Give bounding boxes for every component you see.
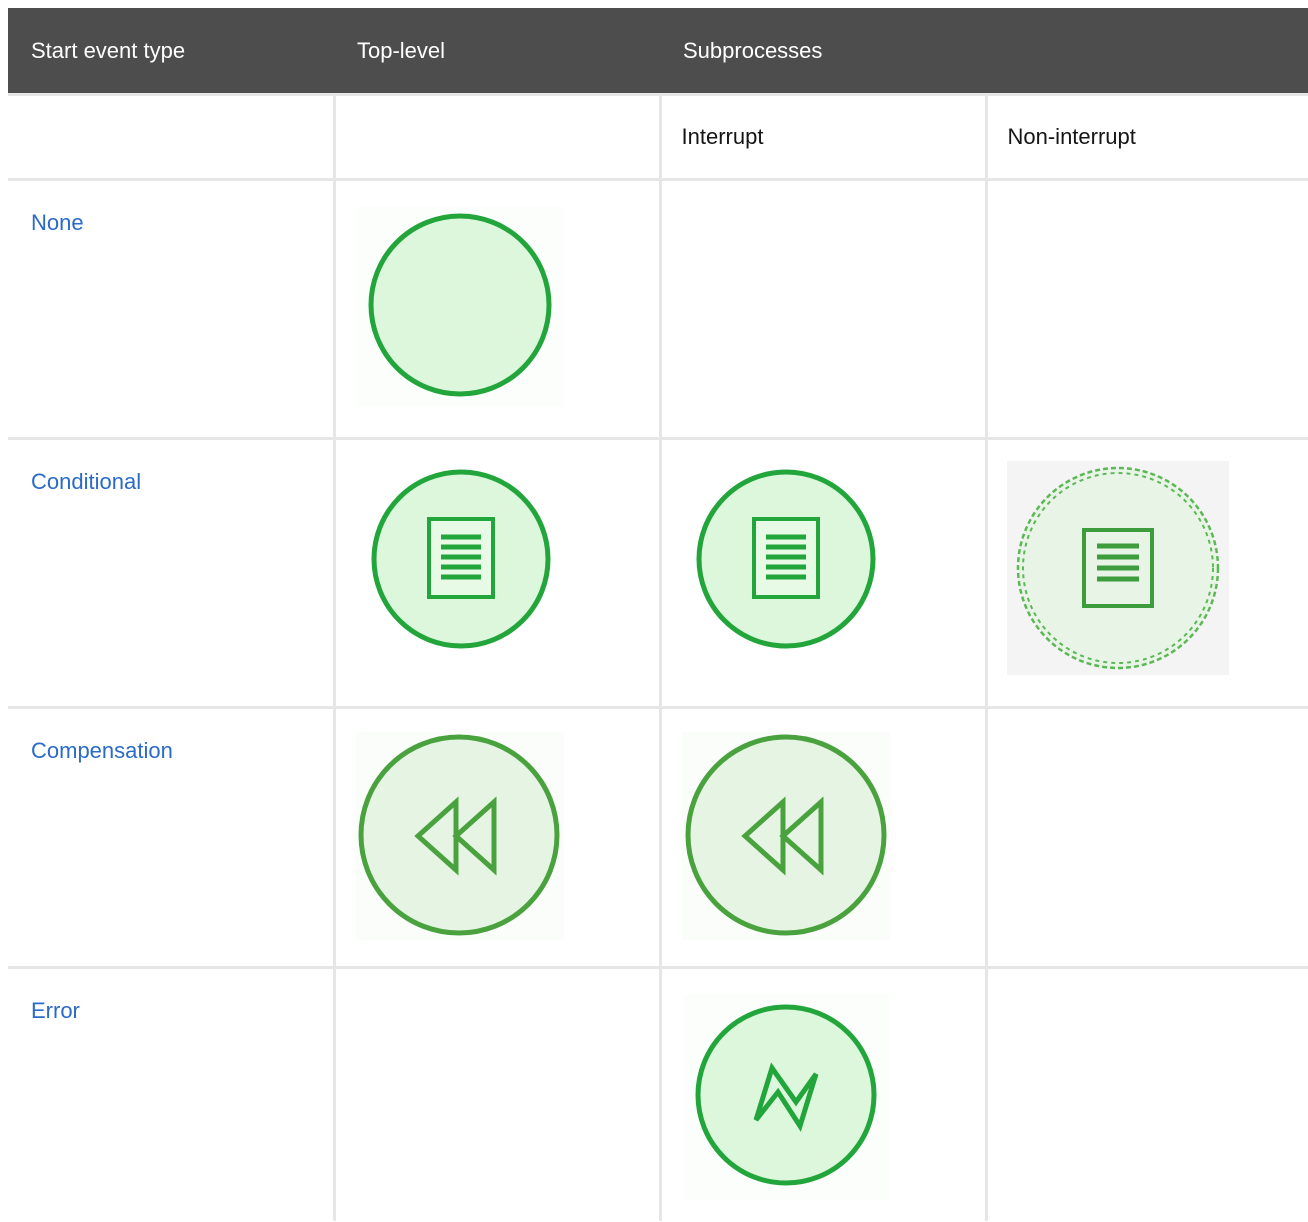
subheader-non-interrupt-label: Non-interrupt [1007,124,1136,149]
compensation-interrupt-start-event-icon [681,732,890,940]
none-start-event-icon [355,207,564,407]
link-error[interactable]: Error [8,969,333,1024]
table-row-error: Error [8,966,1308,1221]
table-row-compensation: Compensation [8,706,1308,969]
link-conditional[interactable]: Conditional [8,440,333,495]
link-none[interactable]: None [8,181,333,236]
cell-none-interrupt [658,178,988,440]
subheader-row: Interrupt Non-interrupt [8,93,1308,181]
cell-type-compensation: Compensation [8,706,336,969]
conditional-start-event-icon [369,467,553,651]
header-top-level: Top-level [334,8,660,95]
compensation-start-event-icon [355,732,564,940]
cell-error-non-interrupt [984,966,1308,1221]
start-event-types-table: Start event type Top-level Subprocesses … [8,8,1308,1221]
header-start-event-type: Start event type [8,8,334,95]
table-header-row: Start event type Top-level Subprocesses [8,8,1308,95]
cell-conditional-interrupt [658,437,988,709]
link-compensation[interactable]: Compensation [8,709,333,764]
cell-type-conditional: Conditional [8,437,336,709]
cell-none-non-interrupt [984,178,1308,440]
cell-compensation-interrupt [658,706,988,969]
cell-error-interrupt [658,966,988,1221]
error-interrupt-start-event-icon [683,994,890,1200]
cell-error-top-level [332,966,662,1221]
cell-type-error: Error [8,966,336,1221]
cell-conditional-non-interrupt [984,437,1308,709]
cell-compensation-non-interrupt [984,706,1308,969]
subheader-empty-1 [8,93,336,181]
subheader-non-interrupt: Non-interrupt [984,93,1308,181]
cell-none-top-level [332,178,662,440]
cell-conditional-top-level [332,437,662,709]
page: Start event type Top-level Subprocesses … [0,0,1308,1222]
cell-compensation-top-level [332,706,662,969]
cell-type-none: None [8,178,336,440]
subheader-interrupt: Interrupt [658,93,988,181]
conditional-non-interrupt-start-event-icon [1006,461,1229,675]
header-subprocesses: Subprocesses [660,8,1308,95]
subheader-interrupt-label: Interrupt [681,124,764,149]
subheader-empty-2 [332,93,662,181]
table-row-conditional: Conditional [8,437,1308,709]
conditional-interrupt-start-event-icon [694,467,878,651]
table-row-none: None [8,178,1308,440]
